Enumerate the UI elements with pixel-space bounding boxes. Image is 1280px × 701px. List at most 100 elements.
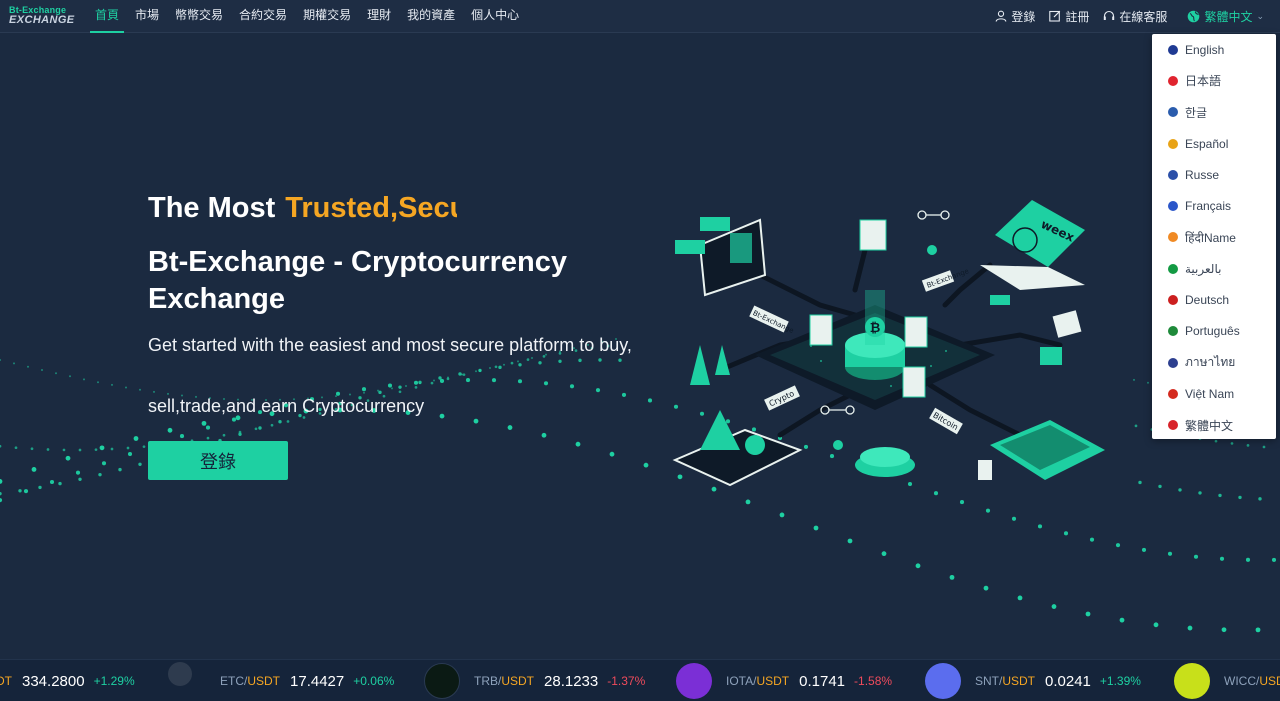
nav-item-my-assets[interactable]: 我的資產 [399, 0, 463, 33]
background-dot [127, 451, 133, 457]
hero-login-button[interactable]: 登錄 [148, 441, 288, 480]
ticker-item[interactable]: ETC/USDT 17.4427 +0.06% [168, 660, 394, 701]
language-option-traditional-chinese[interactable]: 繁體中文 [1152, 410, 1276, 441]
background-dot [489, 367, 491, 370]
language-option-french[interactable]: Français [1152, 190, 1276, 221]
ticker-base: ETC [220, 674, 244, 688]
ticker-item[interactable]: SNT/USDT 0.0241 +1.39% [925, 660, 1141, 701]
ticker-price: 334.2800 [22, 672, 85, 690]
language-selector[interactable]: 繁體中文 ⌄ [1187, 8, 1264, 25]
headset-icon [1104, 10, 1115, 20]
vietnam-flag-icon [1168, 388, 1178, 399]
register-label: 註冊 [1065, 9, 1090, 24]
background-dot [1167, 551, 1173, 556]
background-dot [779, 512, 785, 518]
background-dot [1133, 378, 1135, 381]
background-dot [491, 378, 497, 383]
background-dot [643, 462, 649, 468]
background-dot [58, 481, 62, 486]
background-dot [1246, 444, 1250, 447]
language-option-vietnamese[interactable]: Việt Nam [1152, 378, 1276, 409]
language-option-thai[interactable]: ภาษาไทย [1152, 347, 1276, 378]
globe-icon [1188, 10, 1200, 22]
background-dot [1178, 488, 1182, 492]
spain-flag-icon [1168, 138, 1178, 149]
hero-tagline-prefix: The Most [148, 192, 276, 224]
language-option-hindi[interactable]: हिंदीName [1152, 222, 1276, 253]
background-dot [65, 455, 71, 461]
background-dot [31, 467, 37, 472]
background-dot [98, 472, 102, 477]
ticker-quote: USDT [501, 674, 535, 688]
background-dot [621, 392, 627, 397]
brand-logo[interactable]: Bt-Exchange EXCHANGE [9, 3, 81, 29]
background-dot [1115, 543, 1121, 548]
language-option-portuguese[interactable]: Português [1152, 316, 1276, 347]
background-dot [167, 392, 169, 395]
background-dot [446, 377, 450, 381]
background-dot [518, 363, 522, 367]
language-option-russian[interactable]: Russe [1152, 159, 1276, 190]
language-option-japanese[interactable]: 日本語 [1152, 65, 1276, 96]
japan-flag-icon [1168, 75, 1178, 86]
ticker-item[interactable]: DT 334.2800 +1.29% [0, 660, 135, 701]
language-dropdown: English 日本語 한글 Español Russe Français हि… [1152, 34, 1276, 439]
background-dot [558, 359, 562, 363]
background-dot [14, 446, 18, 450]
background-dot [541, 432, 547, 438]
background-dot [1011, 516, 1017, 521]
background-dot [439, 413, 445, 419]
ticker-price: 17.4427 [290, 672, 345, 690]
ticker-item[interactable]: IOTA/USDT 0.1741 -1.58% [676, 660, 892, 701]
background-dot [99, 445, 105, 451]
ticker-change: +1.29% [93, 674, 135, 688]
nav-item-options-trading[interactable]: 期權交易 [295, 0, 359, 33]
background-dot [498, 365, 502, 370]
online-support-link[interactable]: 在線客服 [1103, 8, 1167, 25]
background-dot [413, 380, 419, 385]
background-dot [647, 398, 653, 403]
language-option-english[interactable]: English [1152, 34, 1276, 65]
india-flag-icon [1168, 232, 1178, 243]
nav-item-personal-center[interactable]: 個人中心 [463, 0, 527, 33]
ticker-change: -1.58% [854, 674, 893, 688]
background-dot [0, 498, 3, 503]
background-dot [258, 426, 262, 430]
background-dot [503, 363, 505, 366]
ticker-item[interactable]: WICC/USDT [1174, 660, 1280, 701]
background-dot [391, 387, 393, 390]
ticker-item[interactable]: TRB/USDT 28.1233 -1.37% [424, 660, 645, 701]
nav-item-finance[interactable]: 理財 [359, 0, 399, 33]
background-dot [30, 447, 34, 451]
background-dot [915, 563, 921, 569]
background-dot [18, 489, 22, 493]
nav-item-home[interactable]: 首頁 [87, 0, 127, 33]
register-link[interactable]: 註冊 [1049, 8, 1089, 25]
ticker-quote: USDT [1002, 674, 1036, 688]
nav-item-contract-trading[interactable]: 合約交易 [231, 0, 295, 33]
background-dot [222, 433, 226, 437]
background-dot [78, 448, 82, 452]
ticker-pair: IOTA/USDT [726, 674, 790, 688]
chevron-down-icon: ⌄ [1256, 10, 1264, 21]
language-option-arabic[interactable]: بالعربية [1152, 253, 1276, 284]
background-dot [270, 423, 274, 427]
nav-item-market[interactable]: 市場 [127, 0, 167, 33]
nav-item-spot-trading[interactable]: 幣幣交易 [167, 0, 231, 33]
login-link[interactable]: 登錄 [995, 8, 1035, 25]
language-option-german[interactable]: Deutsch [1152, 284, 1276, 315]
germany-flag-icon [1168, 295, 1178, 306]
background-dot [414, 386, 418, 389]
svg-text:₿: ₿ [870, 321, 881, 336]
language-option-spanish[interactable]: Español [1152, 128, 1276, 159]
hero-tagline: The Most Trusted,Secu [148, 192, 457, 225]
background-dot [1187, 625, 1193, 631]
background-dot [201, 420, 207, 426]
background-dot [0, 491, 2, 496]
language-option-korean[interactable]: 한글 [1152, 97, 1276, 128]
language-option-label: 한글 [1185, 105, 1208, 120]
background-dot [387, 383, 393, 388]
user-icon [996, 10, 1007, 22]
background-dot [78, 477, 82, 482]
background-dot [1153, 622, 1159, 628]
